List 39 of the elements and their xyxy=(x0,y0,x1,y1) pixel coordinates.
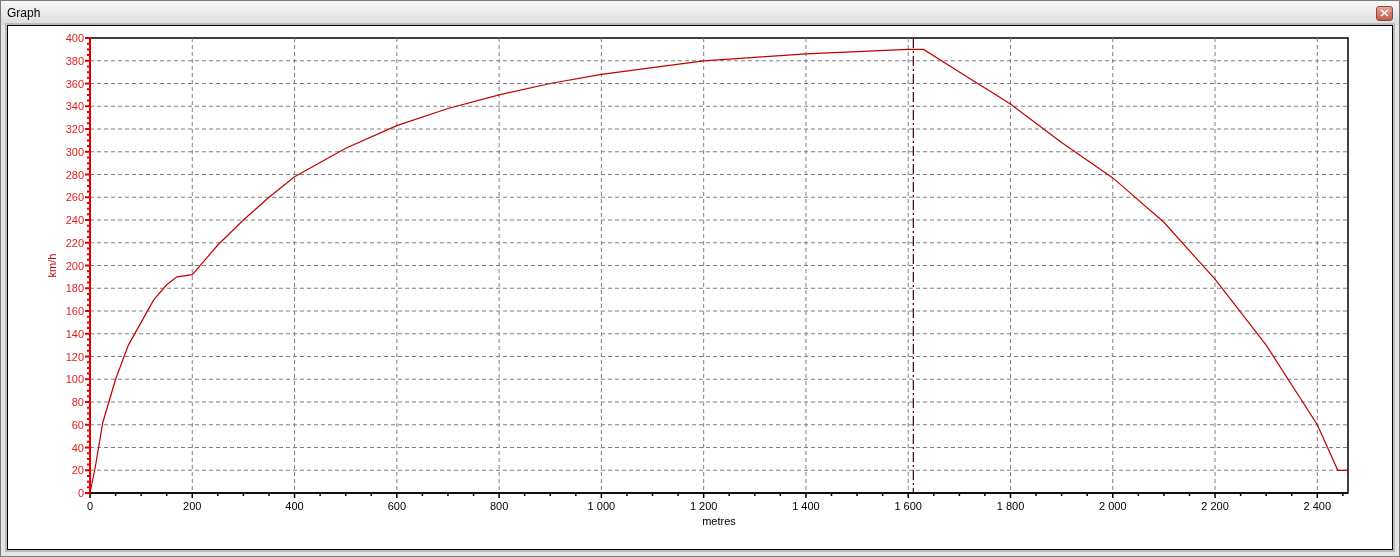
tick-label: 60 xyxy=(71,418,84,431)
tick-label: 40 xyxy=(71,441,84,454)
axis-title: km/h xyxy=(46,253,58,278)
tick-label: 1 200 xyxy=(689,500,718,512)
tick-label: 0 xyxy=(77,487,84,499)
tick-label: 100 xyxy=(65,373,84,386)
tick-label: 160 xyxy=(65,305,84,317)
tick-label: 2 000 xyxy=(1099,500,1127,512)
tick-label: 80 xyxy=(71,396,84,408)
tick-label: 1 000 xyxy=(587,500,616,512)
axis-title: metres xyxy=(702,515,736,527)
tick-label: 1 800 xyxy=(996,500,1025,512)
close-button[interactable] xyxy=(1376,5,1393,21)
tick-label: 2 400 xyxy=(1303,500,1332,512)
tick-label: 1 600 xyxy=(894,500,922,512)
tick-label: 300 xyxy=(65,145,84,158)
tick-label: 600 xyxy=(387,500,406,512)
tick-label: 280 xyxy=(65,168,84,181)
tick-label: 1 400 xyxy=(792,500,820,512)
tick-label: 20 xyxy=(71,464,84,477)
window-title: Graph xyxy=(7,5,41,22)
tick-label: 400 xyxy=(65,32,84,44)
tick-label: 380 xyxy=(65,54,84,67)
tick-label: 360 xyxy=(65,77,84,90)
tick-label: 800 xyxy=(489,500,509,512)
tick-label: 220 xyxy=(65,236,84,249)
close-icon xyxy=(1380,9,1389,17)
tick-label: 120 xyxy=(65,350,84,363)
tick-label: 180 xyxy=(65,282,84,295)
tick-label: 340 xyxy=(65,100,84,113)
tick-label: 400 xyxy=(285,500,304,512)
tick-label: 200 xyxy=(65,259,84,272)
tick-label: 140 xyxy=(65,327,84,340)
tick-label: 2 200 xyxy=(1201,500,1229,512)
tick-label: 320 xyxy=(65,123,84,135)
tick-label: 0 xyxy=(86,500,94,512)
tick-label: 240 xyxy=(65,214,84,226)
tick-label: 200 xyxy=(183,500,202,512)
tick-label: 260 xyxy=(65,191,84,204)
